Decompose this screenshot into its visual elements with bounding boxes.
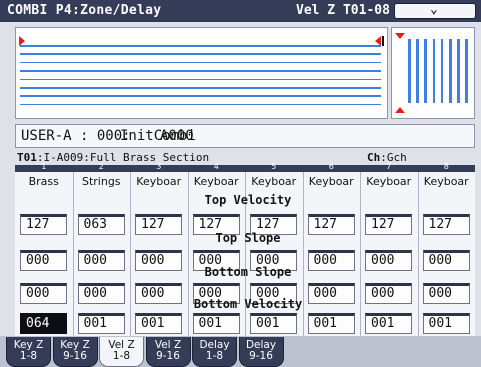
velocity-zone-bar [449,39,452,103]
bottom-slope-field[interactable]: 000 [20,283,67,304]
timbre-name: Keyboar [423,175,469,188]
tab-vel-z-1-8[interactable]: Vel Z 1-8 [99,337,144,367]
bottom-velocity-field[interactable]: 001 [250,313,297,334]
velocity-zone-bar [440,39,444,103]
top-slope-field[interactable]: 000 [135,250,182,271]
zone-lane [20,61,381,64]
tab-key-z-9-16[interactable]: Key Z 9-16 [52,337,98,367]
bottom-slope-field[interactable]: 000 [365,283,412,304]
bottom-slope-field[interactable]: 000 [135,283,182,304]
tab-key-z-1-8[interactable]: Key Z 1-8 [6,337,51,367]
tab-vel-z-9-16[interactable]: Vel Z 9-16 [145,337,191,367]
tab-range: 9-16 [63,350,87,362]
top-slope-field[interactable]: 000 [20,250,67,271]
header-bar: COMBI P4:Zone/Delay Vel Z T01-08 ⌄ [0,0,481,22]
timbre-name: Brass [28,175,59,188]
velocity-zone-bar [432,39,436,103]
velocity-zone-bar [408,39,411,103]
bottom-velocity-field[interactable]: 001 [365,313,412,334]
top-slope-field[interactable]: 000 [77,250,125,271]
bottom-velocity-field[interactable]: 001 [135,313,182,334]
zone-right-bar [382,36,384,46]
bottom-slope-field[interactable]: 000 [77,283,125,304]
velocity-zone-bar [416,39,419,103]
zone-lane [20,45,381,47]
section-label-bottom-slope: Bottom Slope [204,265,292,279]
zone-lane [20,103,381,106]
key-zone-overview [15,27,388,119]
timbre-number: 6 [328,162,334,171]
velocity-top-marker-icon [395,33,405,39]
top-velocity-field[interactable]: 063 [77,214,125,235]
combination-bank: USER-A : 000: [21,128,131,144]
velocity-zone-overview [391,27,475,119]
velocity-bottom-marker-icon [395,107,405,113]
timbre-number: 8 [443,162,449,171]
top-velocity-field[interactable]: 127 [20,214,67,235]
tab-range: 1-8 [205,350,224,362]
timbre-number: 5 [271,162,277,171]
timbre-number: 2 [98,162,104,171]
timbre-name: Keyboar [366,175,412,188]
timbre-range-status: Vel Z T01-08 [296,3,390,18]
combination-name: A000 [160,128,194,144]
page-tabs: Key Z 1-8 Key Z 9-16 Vel Z 1-8 Vel Z 9-16 Delay 1… [0,336,481,367]
velocity-zone-bar [424,39,427,103]
tab-range: 1-8 [112,350,131,362]
timbre-name: Keyboar [136,175,182,188]
timbre-name: Strings [81,175,121,188]
timbre-number: 4 [213,162,219,171]
timbre-number: 7 [386,162,392,171]
chevron-down-icon: ⌄ [430,2,438,17]
section-label-top-slope: Top Slope [215,231,281,245]
column-divider [130,172,131,336]
bottom-velocity-field[interactable]: 001 [192,313,240,334]
zone-lane [20,53,381,55]
bottom-velocity-field[interactable]: 001 [307,313,355,334]
timbre-name: Keyboar [251,175,297,188]
zone-lane [20,70,381,72]
page-title: COMBI P4:Zone/Delay [7,3,162,18]
velocity-zone-bar [465,39,468,103]
column-divider [72,172,74,336]
combination-select[interactable]: USER-A : 000: InitCombi A000 [15,124,475,148]
timbre-name: Keyboar [308,175,354,188]
timbre-number: 1 [41,162,47,171]
zone-lane [20,95,381,97]
zone-lane [20,78,381,81]
top-velocity-field[interactable]: 127 [135,214,182,235]
timbre-number: 3 [156,162,162,171]
bottom-velocity-field[interactable]: 064 [20,313,67,334]
tab-delay-9-16[interactable]: Delay 9-16 [238,337,284,367]
tab-range: 9-16 [156,350,180,362]
page-menu-button[interactable]: ⌄ [394,2,476,19]
bottom-velocity-field[interactable]: 001 [77,313,125,334]
section-label-top-velocity: Top Velocity [204,193,292,207]
tab-delay-1-8[interactable]: Delay 1-8 [192,337,237,367]
timbre-number-row: 1 2 3 4 5 6 7 8 [15,162,475,172]
column-divider [417,172,419,336]
tab-range: 1-8 [19,350,38,362]
timbre-name: Keyboar [193,175,239,188]
column-divider [360,172,361,336]
velocity-zone-bar [457,39,460,103]
section-label-bottom-velocity: Bottom Velocity [193,297,303,311]
top-velocity-field[interactable]: 127 [422,214,470,235]
top-slope-field[interactable]: 000 [365,250,412,271]
top-velocity-field[interactable]: 127 [365,214,412,235]
bottom-velocity-field[interactable]: 001 [422,313,470,334]
bottom-slope-field[interactable]: 000 [422,283,470,304]
top-slope-field[interactable]: 000 [422,250,470,271]
zone-lane [20,87,381,89]
tab-range: 9-16 [249,350,273,362]
